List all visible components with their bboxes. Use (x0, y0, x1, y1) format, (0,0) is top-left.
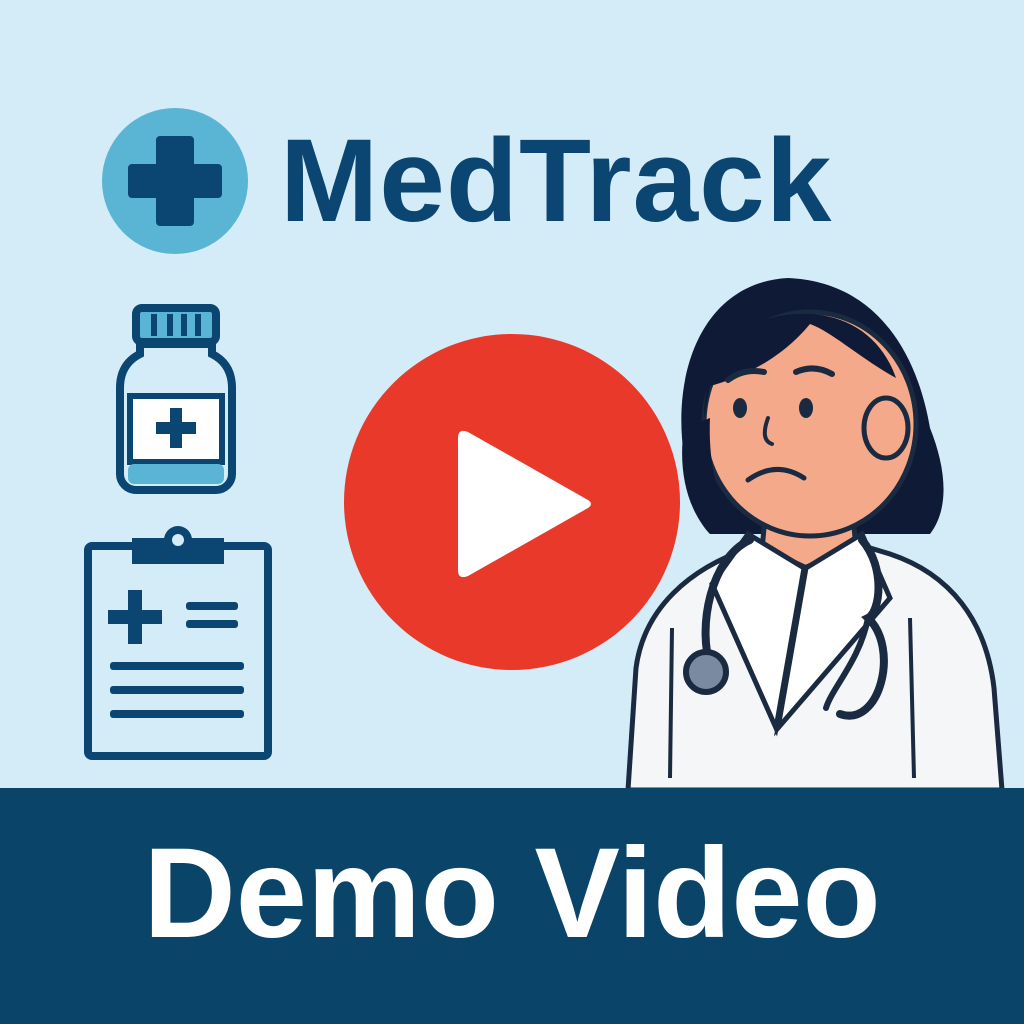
brand-title: MedTrack (280, 115, 833, 247)
play-button[interactable] (342, 332, 682, 672)
medical-clipboard-icon (84, 526, 272, 760)
banner-label: Demo Video (143, 822, 881, 965)
demo-video-banner: Demo Video (0, 788, 1024, 1024)
medical-cross-icon (102, 108, 248, 254)
medicine-bottle-icon (116, 304, 236, 494)
thumbnail-canvas: MedTrack Demo Video (0, 0, 1024, 1024)
